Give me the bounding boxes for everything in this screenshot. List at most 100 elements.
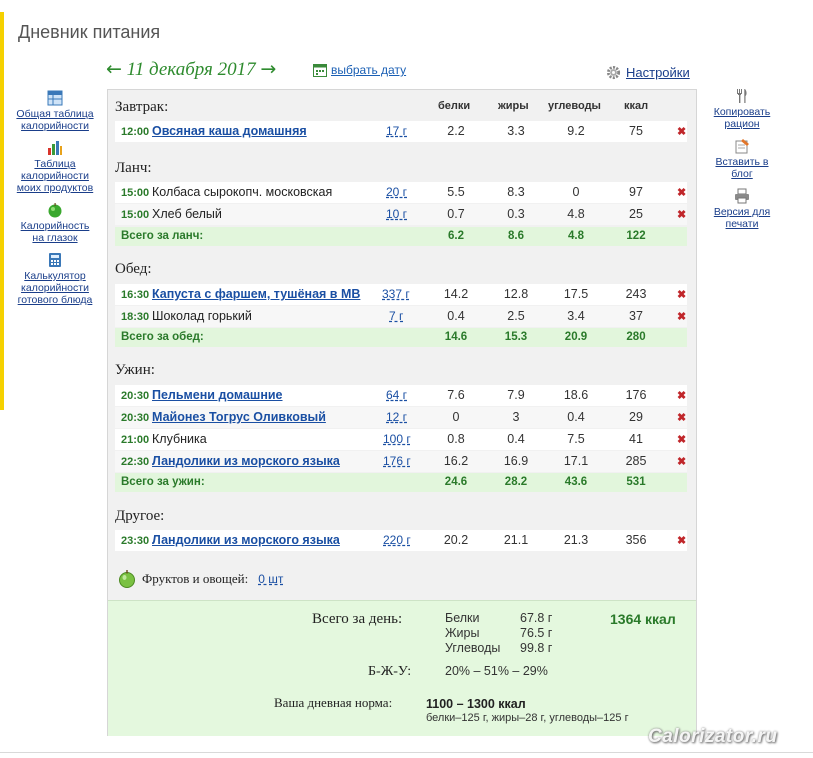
- delete-icon[interactable]: ✖: [677, 288, 686, 301]
- food-kcal: 356: [625, 533, 647, 547]
- food-kcal: 97: [629, 185, 643, 199]
- food-kcal: 176: [625, 388, 647, 402]
- food-carbs: 21.3: [563, 533, 589, 547]
- norm-value: 1100 – 1300 ккал: [426, 697, 526, 711]
- food-time: 20:30: [121, 412, 150, 424]
- food-grams[interactable]: 20 г: [386, 185, 407, 199]
- food-grams[interactable]: 100 г: [383, 432, 411, 446]
- food-time: 20:30: [121, 390, 150, 402]
- food-carbs: 9.2: [567, 124, 585, 138]
- food-grams[interactable]: 10 г: [386, 207, 407, 221]
- delete-icon[interactable]: ✖: [677, 411, 686, 424]
- total-fat: 28.2: [504, 476, 528, 488]
- day-kcal-total: 1364 ккал: [610, 611, 676, 627]
- food-grams[interactable]: 17 г: [386, 124, 407, 138]
- delete-icon[interactable]: ✖: [677, 455, 686, 468]
- food-grams[interactable]: 64 г: [386, 388, 407, 402]
- apple-icon: [48, 203, 62, 218]
- delete-icon[interactable]: ✖: [677, 186, 686, 199]
- pick-date-link[interactable]: выбрать дату: [313, 63, 406, 77]
- nav-calorie-table[interactable]: Общая таблица калорийности: [14, 90, 96, 132]
- food-name: Хлеб белый: [152, 207, 222, 221]
- total-fat: 8.6: [508, 230, 524, 242]
- right-nav: Копировать рацион Вставить в блог Версия…: [706, 88, 778, 238]
- nav-eyeball-calories[interactable]: Калорийность на глазок: [14, 202, 96, 244]
- food-protein: 5.5: [447, 185, 465, 199]
- food-name[interactable]: Майонез Тогрус Оливковый: [152, 410, 326, 424]
- nav-dish-calculator[interactable]: Калькулятор калорийности готового блюда: [14, 252, 96, 306]
- total-label: Всего за ланч:: [121, 230, 204, 242]
- food-grams[interactable]: 12 г: [386, 410, 407, 424]
- delete-icon[interactable]: ✖: [677, 310, 686, 323]
- nav-my-products[interactable]: Таблица калорийности моих продуктов: [14, 140, 96, 194]
- food-name[interactable]: Ландолики из морского языка: [152, 533, 340, 547]
- total-kcal: 122: [626, 230, 646, 242]
- food-name[interactable]: Овсяная каша домашняя: [152, 124, 307, 138]
- food-fat: 21.1: [503, 533, 529, 547]
- food-fat: 3.3: [507, 124, 525, 138]
- copy-ration-button[interactable]: Копировать рацион: [706, 88, 778, 130]
- col-fat: жиры: [498, 100, 529, 112]
- meal-title-breakfast: Завтрак:: [115, 99, 169, 115]
- meal-total-row: Всего за обед: 14.6 15.3 20.9 280: [115, 328, 687, 347]
- food-time: 12:00: [121, 126, 150, 138]
- food-fat: 0.3: [507, 207, 525, 221]
- delete-icon[interactable]: ✖: [677, 125, 686, 138]
- total-carbs: 4.8: [568, 230, 584, 242]
- delete-icon[interactable]: ✖: [677, 433, 686, 446]
- norm-label: Ваша дневная норма:: [274, 695, 393, 710]
- food-carbs: 0: [572, 185, 580, 199]
- left-nav: Общая таблица калорийности Таблица калор…: [14, 90, 96, 314]
- food-name[interactable]: Ландолики из морского языка: [152, 454, 340, 468]
- food-carbs: 4.8: [567, 207, 585, 221]
- total-kcal: 280: [626, 331, 646, 343]
- calendar-icon: [313, 64, 327, 77]
- food-protein: 0: [452, 410, 460, 424]
- food-protein: 2.2: [447, 124, 465, 138]
- settings-link[interactable]: Настройки: [606, 65, 690, 80]
- nav-label: Общая таблица калорийности: [16, 108, 94, 132]
- delete-icon[interactable]: ✖: [677, 389, 686, 402]
- calculator-icon: [49, 253, 61, 267]
- food-grams[interactable]: 337 г: [382, 287, 410, 301]
- food-kcal: 25: [629, 207, 643, 221]
- page-title: Дневник питания: [18, 22, 161, 42]
- food-name[interactable]: Пельмени домашние: [152, 388, 283, 402]
- food-name[interactable]: Капуста с фаршем, тушёная в МВ: [152, 287, 360, 301]
- food-row: 22:30 Ландолики из морского языка 176 г …: [115, 451, 687, 472]
- total-kcal: 531: [626, 476, 646, 488]
- food-time: 21:00: [121, 434, 150, 446]
- col-carbs: углеводы: [548, 100, 601, 112]
- food-time: 23:30: [121, 535, 150, 547]
- nav-label: Вставить в блог: [715, 156, 769, 180]
- divider: [0, 752, 813, 753]
- bar-chart-icon: [48, 141, 62, 155]
- food-time: 16:30: [121, 289, 150, 301]
- nav-label: Копировать рацион: [713, 106, 771, 130]
- food-grams[interactable]: 7 г: [389, 309, 403, 323]
- food-protein: 20.2: [443, 533, 469, 547]
- total-fat: 15.3: [504, 331, 528, 343]
- delete-icon[interactable]: ✖: [677, 208, 686, 221]
- meal-title-supper: Ужин:: [115, 362, 155, 378]
- fruits-value[interactable]: 0 шт: [258, 572, 283, 586]
- print-version-button[interactable]: Версия для печати: [706, 188, 778, 230]
- total-label: Всего за обед:: [121, 331, 204, 343]
- prev-day-arrow[interactable]: ←: [106, 58, 122, 80]
- food-grams[interactable]: 220 г: [383, 533, 411, 547]
- date-navigator: ← 11 декабря 2017 →: [106, 58, 276, 81]
- fat-value: 76.5 г: [520, 626, 553, 640]
- food-grams[interactable]: 176 г: [383, 454, 411, 468]
- insert-blog-button[interactable]: Вставить в блог: [706, 138, 778, 180]
- delete-icon[interactable]: ✖: [677, 534, 686, 547]
- food-row: 20:30 Пельмени домашние 64 г 7.6 7.9 18.…: [115, 385, 687, 406]
- col-protein: белки: [438, 100, 471, 112]
- food-protein: 16.2: [443, 454, 469, 468]
- food-carbs: 0.4: [567, 410, 585, 424]
- carbs-label: Углеводы: [445, 641, 501, 655]
- food-kcal: 41: [629, 432, 643, 446]
- next-day-arrow[interactable]: →: [260, 58, 276, 80]
- food-fat: 12.8: [503, 287, 529, 301]
- food-row: 16:30 Капуста с фаршем, тушёная в МВ 337…: [115, 284, 687, 305]
- food-diary: белки жиры углеводы ккал Завтрак: 12:00 …: [107, 89, 697, 736]
